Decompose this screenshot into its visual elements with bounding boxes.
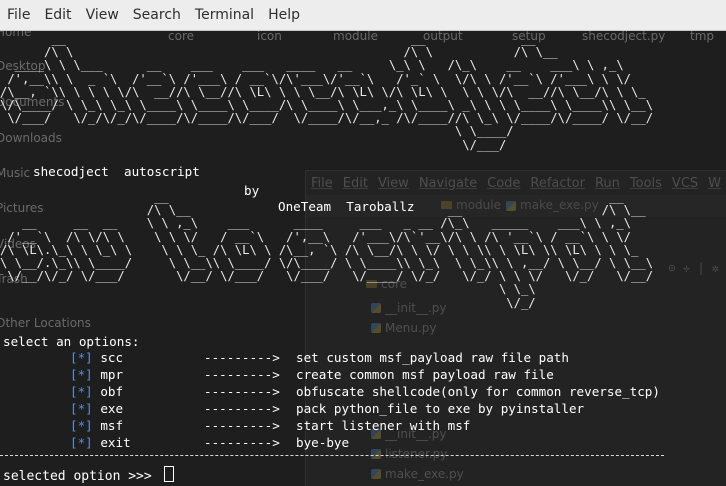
option-mpr: [*] mpr (70, 367, 123, 382)
option-key: msf (100, 418, 124, 433)
ghost-ide-menu-item: Navigate (418, 175, 478, 191)
option-description: obfuscate shellcode(only for common reve… (296, 384, 660, 399)
option-key: exe (100, 401, 124, 416)
python-file-icon (371, 469, 381, 479)
option-arrow: ---------> (204, 435, 280, 450)
option-tag: [*] (70, 384, 93, 399)
ghost-ide-menu-item: File (311, 175, 333, 191)
option-description: create common msf payload raw file (296, 367, 554, 382)
option-msf: [*] msf (70, 418, 123, 433)
ghost-tree-item: make_exe.py (371, 467, 464, 481)
option-obf: [*] obf (70, 384, 123, 399)
option-description: set custom msf_payload raw file path (296, 350, 569, 365)
option-key: mpr (100, 367, 124, 382)
ghost-ide-menu-item: Edit (342, 175, 368, 191)
banner-title: shecodject autoscript (33, 164, 200, 179)
option-exit: [*] exit (70, 435, 131, 450)
option-tag: [*] (70, 367, 93, 382)
option-key: exit (100, 435, 131, 450)
option-scc: [*] scc (70, 350, 123, 365)
option-tag: [*] (70, 401, 93, 416)
ghost-tree-label: make_exe.py (385, 467, 464, 481)
option-description: pack python_file to exe by pyinstaller (296, 401, 585, 416)
python-file-icon (371, 323, 381, 333)
ghost-tree-item: listener.py (371, 447, 447, 461)
ghost-ide-menu-item: View (377, 175, 409, 191)
banner-ascii-art-bottom: __ __ /\ \__ __ /\ \__ __ __ __ \ \ ,_\ … (0, 190, 654, 310)
terminal-menubar: File Edit View Search Terminal Help (0, 0, 726, 31)
separator-line (0, 455, 664, 456)
option-tag: [*] (70, 435, 93, 450)
select-prompt: select an options: (3, 334, 140, 349)
input-prompt-label: selected option >>> (3, 469, 160, 484)
python-file-icon (371, 449, 381, 459)
option-exe: [*] exe (70, 401, 123, 416)
option-arrow: ---------> (204, 384, 280, 399)
ghost-folder: tmp (690, 31, 715, 43)
menu-file[interactable]: File (0, 7, 37, 23)
ghost-sidebar-item: Other Locations (0, 316, 91, 330)
option-description: bye-bye (296, 435, 350, 450)
option-tag: [*] (70, 418, 93, 433)
ghost-tree-label: listener.py (385, 447, 448, 461)
menu-help[interactable]: Help (261, 7, 307, 23)
terminal-view[interactable]: core icon module output setup shecodject… (0, 31, 726, 486)
ghost-ide-menu-item: Tools (629, 175, 662, 191)
text-cursor[interactable] (163, 466, 174, 482)
option-description: start listener with msf (296, 418, 471, 433)
menu-terminal[interactable]: Terminal (188, 7, 261, 23)
ghost-ide-menu-item: Run (594, 175, 620, 191)
ghost-ide-menu-item: Code (487, 175, 521, 191)
option-tag: [*] (70, 350, 93, 365)
option-key: obf (100, 384, 124, 399)
menu-search[interactable]: Search (126, 7, 188, 23)
menu-view[interactable]: View (79, 7, 126, 23)
ghost-ide-menu-item: Refactor (530, 175, 585, 191)
menu-edit[interactable]: Edit (37, 7, 78, 23)
banner-ascii-art-top: __ __ __ /\ \ /\ \ /\ \__ ____\ \ \___ _… (0, 32, 654, 152)
option-arrow: ---------> (204, 350, 280, 365)
ghost-tree-label: Menu.py (385, 321, 437, 335)
ghost-ide-menu-item: W (708, 175, 722, 191)
input-prompt[interactable]: selected option >>> (3, 466, 174, 484)
ghost-ide-menu-item: VCS (671, 175, 699, 191)
option-arrow: ---------> (204, 418, 280, 433)
option-arrow: ---------> (204, 367, 280, 382)
option-key: scc (100, 350, 124, 365)
option-arrow: ---------> (204, 401, 280, 416)
ghost-tree-item: Menu.py (371, 321, 436, 335)
ghost-sidebar-item: Music (0, 166, 31, 180)
